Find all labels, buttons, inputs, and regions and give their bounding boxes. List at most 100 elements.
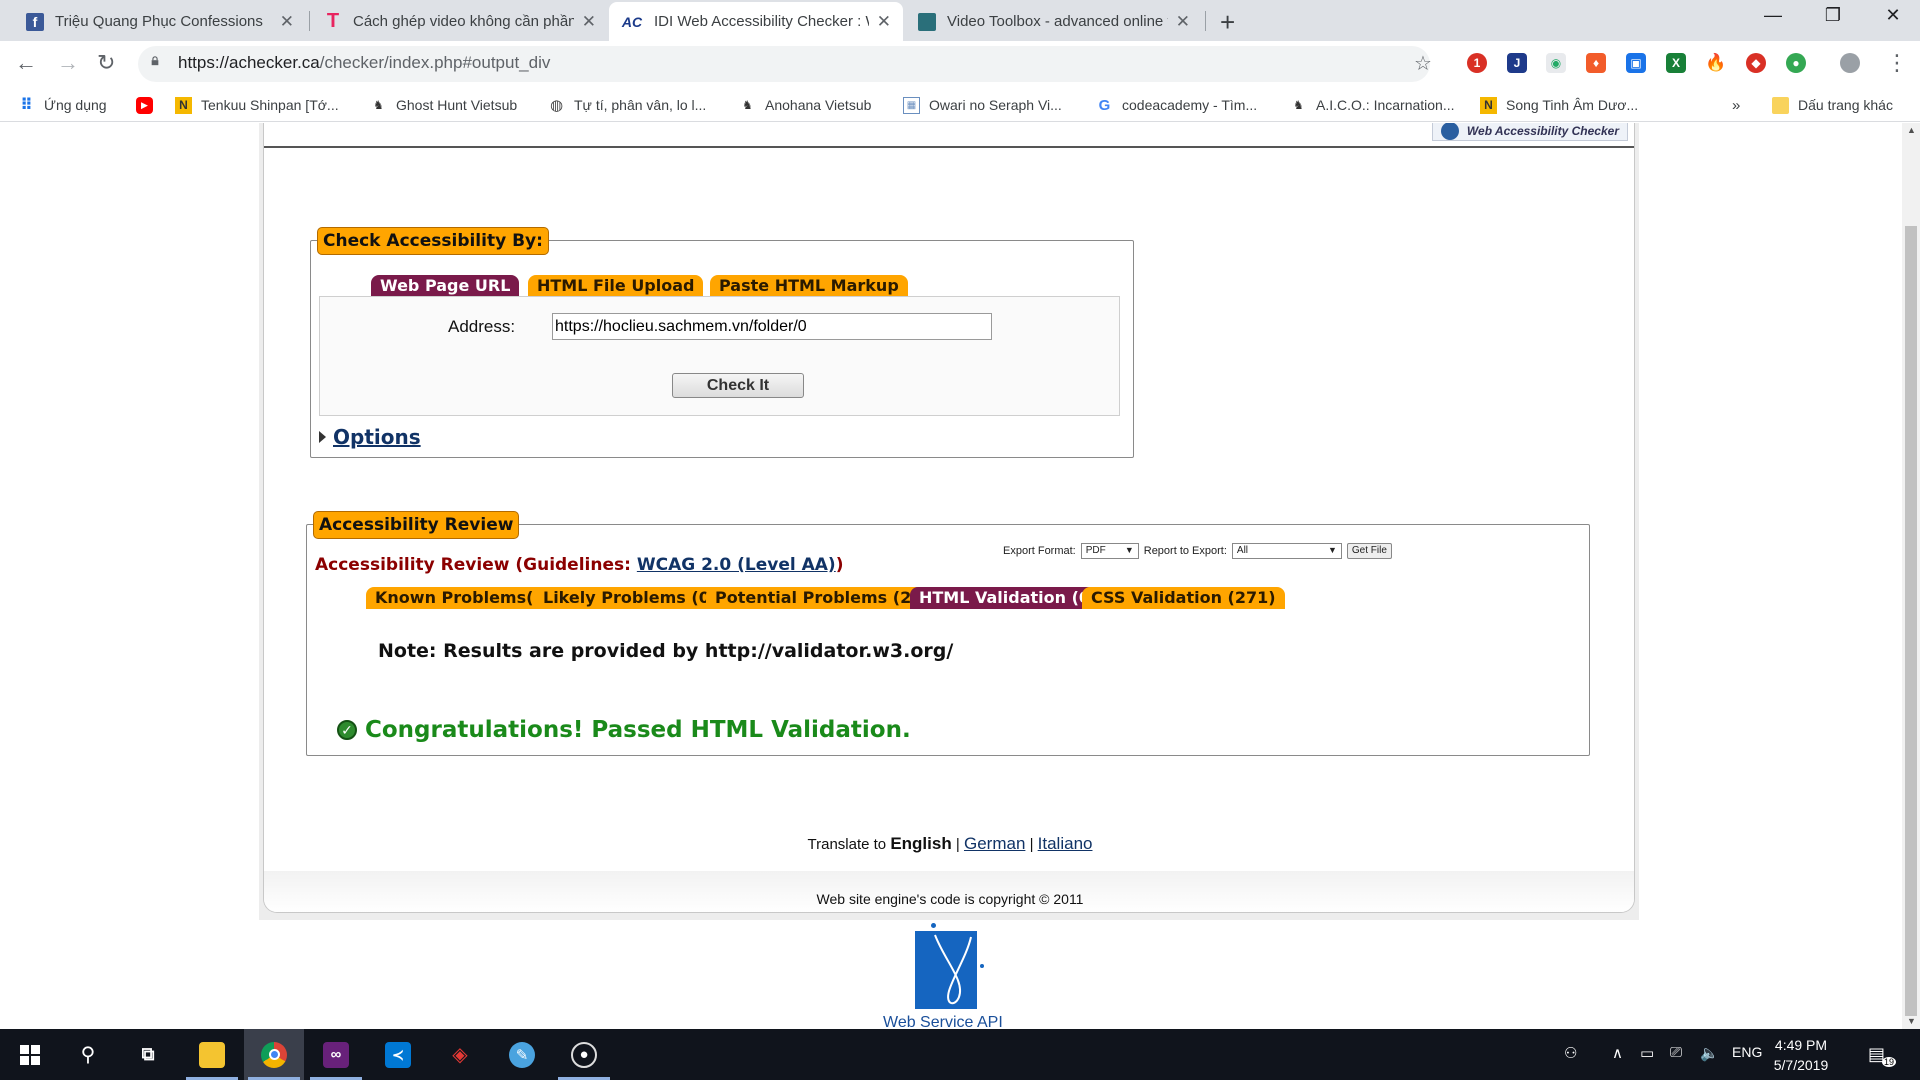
- bookmark-label: Anohana Vietsub: [765, 97, 872, 113]
- export-format-label: Export Format:: [1003, 545, 1076, 557]
- search-button[interactable]: ⚲: [58, 1029, 118, 1080]
- browser-tab-2[interactable]: T Cách ghép video không cần phần mềm ✕: [312, 2, 608, 41]
- scroll-up-arrow-icon[interactable]: ▲: [1907, 125, 1916, 135]
- vertical-scrollbar[interactable]: ▲ ▼: [1902, 123, 1920, 1029]
- window-close-icon[interactable]: ✕: [1878, 5, 1908, 26]
- n-icon: N: [1480, 96, 1497, 114]
- taskbar-file-explorer[interactable]: [182, 1029, 242, 1080]
- close-icon[interactable]: ✕: [877, 12, 891, 32]
- bookmark-label: Song Tinh Âm Dươ...: [1506, 97, 1639, 113]
- bookmark-ghost-hunt[interactable]: ♞ Ghost Hunt Vietsub: [370, 94, 517, 116]
- forward-arrow-icon[interactable]: →: [57, 50, 79, 76]
- options-link[interactable]: Options: [333, 425, 421, 449]
- tab-likely-problems[interactable]: Likely Problems (0): [534, 587, 727, 609]
- tray-chevron-up-icon[interactable]: ∧: [1612, 1044, 1623, 1062]
- export-format-select[interactable]: PDF ▼: [1080, 543, 1139, 559]
- t-icon: T: [326, 10, 340, 32]
- tab-paste-html-markup[interactable]: Paste HTML Markup: [710, 275, 908, 297]
- browser-menu-icon[interactable]: ⋮: [1886, 50, 1908, 76]
- bookmark-youtube[interactable]: ▶: [136, 94, 162, 116]
- header-logo[interactable]: Web Accessibility Checker: [1431, 123, 1628, 141]
- tab-html-file-upload[interactable]: HTML File Upload: [528, 275, 704, 297]
- url-text[interactable]: https://achecker.ca/checker/index.php#ou…: [178, 53, 550, 73]
- chrome-icon: [261, 1041, 287, 1068]
- browser-tab-3-active[interactable]: AC IDI Web Accessibility Checker : Web A…: [609, 2, 903, 41]
- accessibility-review-box: Accessibility Review Accessibility Revie…: [306, 511, 1590, 756]
- bookmark-aico[interactable]: ♞ A.I.C.O.: Incarnation...: [1290, 94, 1454, 116]
- bookmark-anohana[interactable]: ♞ Anohana Vietsub: [739, 94, 871, 116]
- tab-web-page-url[interactable]: Web Page URL: [371, 275, 520, 297]
- bookmark-song-tinh[interactable]: N Song Tinh Âm Dươ...: [1480, 94, 1638, 116]
- tab-known-problems[interactable]: Known Problems(1): [366, 587, 561, 609]
- bookmark-codeacademy[interactable]: G codeacademy - Tìm...: [1096, 94, 1257, 116]
- close-icon[interactable]: ✕: [582, 12, 596, 32]
- taskbar-garena[interactable]: ◈: [430, 1029, 490, 1080]
- extension-fire-icon[interactable]: 🔥: [1705, 53, 1727, 73]
- extension-cart-icon[interactable]: ◆: [1746, 53, 1766, 73]
- expand-triangle-icon: [319, 431, 326, 443]
- browser-tab-1[interactable]: f Triệu Quang Phục Confessions ✕: [14, 2, 306, 41]
- taskbar-visual-studio[interactable]: ∞: [306, 1029, 366, 1080]
- reload-icon[interactable]: ↻: [97, 50, 115, 76]
- dropdown-arrow-icon: ▼: [1124, 545, 1134, 555]
- people-icon[interactable]: ⚇: [1564, 1044, 1577, 1062]
- task-view-button[interactable]: ⧉: [118, 1029, 178, 1080]
- api-logo-dot: [980, 964, 984, 968]
- report-export-select[interactable]: All ▼: [1231, 543, 1342, 559]
- language-link-german[interactable]: German: [964, 834, 1025, 853]
- back-arrow-icon[interactable]: ←: [15, 50, 37, 76]
- taskbar-paint[interactable]: ✎: [492, 1029, 552, 1080]
- scrollbar-thumb[interactable]: [1905, 226, 1917, 1016]
- tab-html-validation[interactable]: HTML Validation (0): [910, 587, 1107, 609]
- new-tab-plus-icon[interactable]: +: [1220, 7, 1235, 38]
- extension-save-icon[interactable]: ▣: [1626, 53, 1646, 73]
- taskbar-obs[interactable]: ●: [554, 1029, 614, 1080]
- tab-potential-problems[interactable]: Potential Problems (22): [706, 587, 939, 609]
- extension-fox-icon[interactable]: ♦: [1586, 53, 1606, 73]
- bookmarks-bar: ⠿ Ứng dụng ▶ N Tenkuu Shinpan [Tớ... ♞ G…: [0, 88, 1920, 122]
- restore-icon[interactable]: ❐: [1818, 5, 1848, 26]
- network-icon[interactable]: ⎚: [1670, 1044, 1682, 1061]
- bookmark-other-folder[interactable]: Dấu trang khác: [1772, 94, 1893, 116]
- profile-avatar-icon[interactable]: [1840, 53, 1860, 73]
- language-link-italiano[interactable]: Italiano: [1038, 834, 1093, 853]
- extension-j-icon[interactable]: J: [1507, 53, 1527, 73]
- address-input[interactable]: [552, 313, 992, 340]
- api-logo-squiggle-icon: [934, 934, 972, 1005]
- tab-css-validation[interactable]: CSS Validation (271): [1082, 587, 1285, 609]
- extension-eye-icon[interactable]: ◉: [1546, 53, 1566, 73]
- scroll-down-arrow-icon[interactable]: ▼: [1907, 1016, 1916, 1026]
- bookmark-apps[interactable]: ⠿ Ứng dụng: [18, 94, 107, 116]
- get-file-button[interactable]: Get File: [1346, 543, 1392, 559]
- extension-excel-icon[interactable]: X: [1666, 53, 1686, 73]
- tab-title: Cách ghép video không cần phần mềm: [353, 13, 574, 30]
- page-viewport: Web Accessibility Checker Check Accessib…: [0, 123, 1902, 1029]
- extension-adblock-icon[interactable]: 1: [1467, 53, 1487, 73]
- extension-globe-icon[interactable]: ●: [1786, 53, 1806, 73]
- browser-tab-4[interactable]: Video Toolbox - advanced online video ed…: [906, 2, 1202, 41]
- close-icon[interactable]: ✕: [1176, 12, 1190, 32]
- bookmark-tu-ti[interactable]: ◍ Tự tí, phân vân, lo l...: [548, 94, 706, 116]
- web-service-api-label[interactable]: Web Service API: [883, 1014, 1003, 1029]
- bookmark-label: Tenkuu Shinpan [Tớ...: [201, 97, 339, 113]
- bookmark-star-icon[interactable]: ☆: [1414, 51, 1432, 76]
- close-icon[interactable]: ✕: [280, 12, 294, 32]
- check-it-button[interactable]: Check It: [672, 373, 804, 398]
- system-clock[interactable]: 4:49 PM 5/7/2019: [1758, 1035, 1844, 1075]
- taskbar-vscode[interactable]: ≺: [368, 1029, 428, 1080]
- taskbar-chrome[interactable]: [244, 1029, 304, 1080]
- separator: |: [955, 836, 960, 853]
- minimize-icon[interactable]: —: [1758, 5, 1788, 26]
- battery-icon[interactable]: ▭: [1640, 1044, 1654, 1062]
- wcag-guideline-link[interactable]: WCAG 2.0 (Level AA): [637, 555, 836, 575]
- options-toggle[interactable]: Options: [319, 425, 421, 449]
- bookmark-label: Ứng dụng: [44, 97, 107, 113]
- web-service-api-logo[interactable]: [915, 931, 977, 1009]
- copyright-text: Web site engine's code is copyright © 20…: [816, 891, 1084, 907]
- bookmark-owari[interactable]: ▦ Owari no Seraph Vi...: [903, 94, 1062, 116]
- bookmarks-more-chevron-icon[interactable]: »: [1732, 94, 1740, 116]
- volume-icon[interactable]: 🔈: [1700, 1044, 1719, 1062]
- bookmark-tenkuu[interactable]: N Tenkuu Shinpan [Tớ...: [175, 94, 339, 116]
- start-button[interactable]: [0, 1029, 60, 1080]
- header-logo-text: Web Accessibility Checker: [1466, 123, 1619, 138]
